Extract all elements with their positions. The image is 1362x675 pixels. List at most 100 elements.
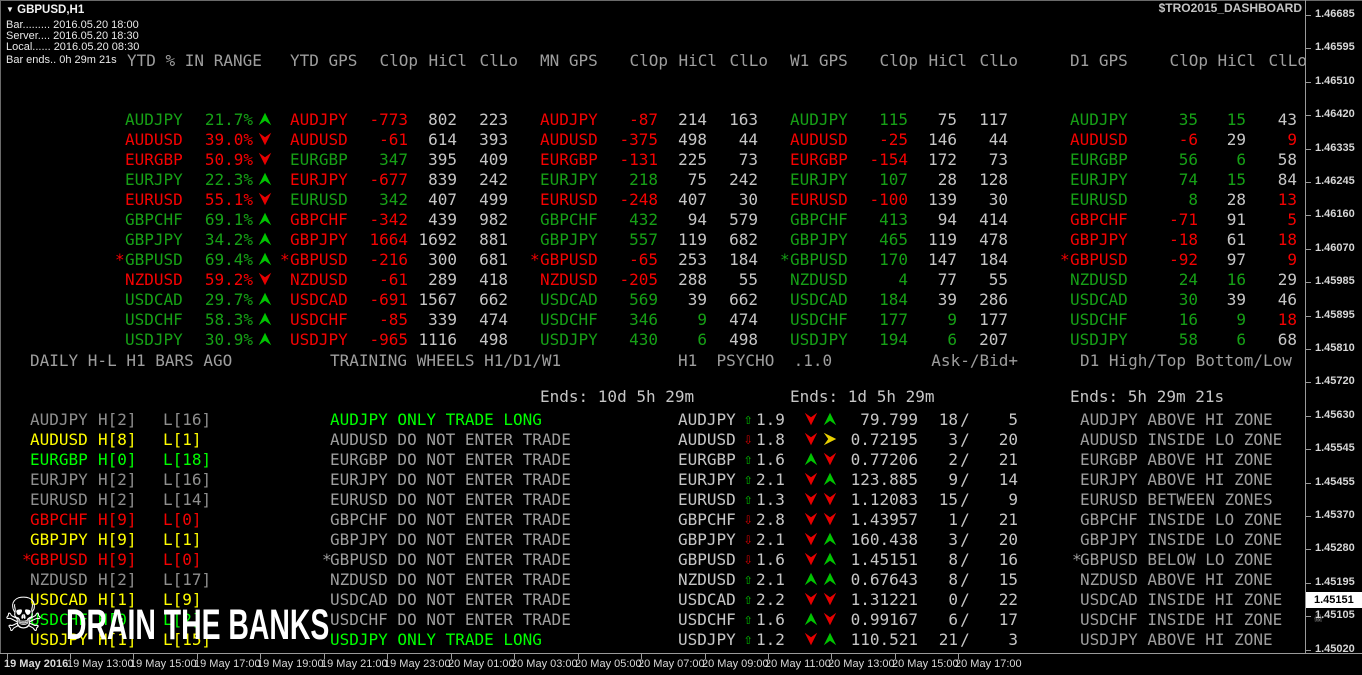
training-row-EURJPY: EURJPY DO NOT ENTER TRADE bbox=[322, 469, 571, 489]
cllo-value: 9 bbox=[1287, 129, 1297, 149]
pair-label: EURJPY bbox=[678, 469, 736, 489]
down-arrow-icon bbox=[823, 612, 837, 626]
clop-value: 430 bbox=[629, 329, 658, 349]
daily-row-AUDJPY: AUDJPY H[2] L[16] bbox=[22, 409, 233, 429]
ask-count: 8 bbox=[948, 569, 958, 589]
pair-label: EURUSD bbox=[1070, 189, 1128, 209]
pct-in-range-value: 50.9% bbox=[204, 149, 253, 169]
hicl-value: 29 bbox=[1226, 129, 1246, 149]
time-label: 20 May 17:00 bbox=[955, 658, 1022, 670]
zone-row-USDCAD: USDCAD INSIDE HI ZONE bbox=[1072, 589, 1292, 609]
time-label: 19 May 21:00 bbox=[321, 658, 388, 670]
section-header: D1 GPS ClOp HiCl ClLo bbox=[1060, 51, 1307, 71]
training-row-AUDUSD: AUDUSD DO NOT ENTER TRADE bbox=[322, 429, 571, 449]
pair-label: USDJPY bbox=[678, 629, 736, 649]
range-row-GBPUSD: * GBPUSD 69.4% bbox=[115, 249, 277, 269]
arrow-cell bbox=[253, 171, 277, 187]
clop-value: 170 bbox=[879, 249, 908, 269]
w1-gps-row-GBPCHF: GBPCHF 413 94 414 bbox=[780, 209, 1018, 229]
up-arrow-icon bbox=[258, 212, 272, 226]
training-row-EURUSD: EURUSD DO NOT ENTER TRADE bbox=[322, 489, 571, 509]
hicl-value: 253 bbox=[678, 249, 707, 269]
high-bars-ago: H[0] bbox=[98, 449, 137, 469]
range-row-GBPCHF: GBPCHF 69.1% bbox=[115, 209, 277, 229]
hicl-value: 39 bbox=[687, 289, 707, 309]
daily-row-NZDUSD: NZDUSD H[2] L[17] bbox=[22, 569, 233, 589]
pct-in-range-value: 59.2% bbox=[204, 269, 253, 289]
hicl-value: 172 bbox=[928, 149, 957, 169]
drain-the-banks-slogan: DRAIN THE BANKS bbox=[66, 601, 330, 649]
section-d1-zones: D1 High/Top Bottom/Low AUDJPY ABOVE HI Z… bbox=[1072, 313, 1292, 675]
ytd-gps-row-EURJPY: EURJPY -677 839 242 bbox=[280, 169, 518, 189]
d1-gps-row-NZDUSD: NZDUSD 24 16 29 bbox=[1060, 269, 1307, 289]
section-title: D1 High/Top Bottom/Low bbox=[1080, 351, 1292, 370]
pair-label: EURUSD bbox=[290, 189, 348, 209]
low-bars-ago: L[1] bbox=[163, 429, 202, 449]
time-axis[interactable]: 19 May 2016 19 May 13:00 19 May 15:00 19 Ma… bbox=[0, 654, 1362, 675]
price-label: 1.45720 bbox=[1315, 375, 1355, 387]
ask-count: 18 bbox=[938, 409, 958, 429]
pair-label: EURUSD bbox=[125, 189, 183, 209]
clop-value: -677 bbox=[369, 169, 408, 189]
arrow-cell bbox=[802, 551, 820, 567]
time-label: 19 May 23:00 bbox=[384, 658, 451, 670]
hicl-value: 119 bbox=[928, 229, 957, 249]
mn-gps-row-EURUSD: EURUSD -248 407 30 bbox=[530, 189, 768, 209]
down-arrow-icon bbox=[258, 272, 272, 286]
arrow-cell bbox=[820, 511, 840, 527]
arrow-cell bbox=[802, 611, 820, 627]
w1-gps-row-EURJPY: EURJPY 107 28 128 bbox=[780, 169, 1018, 189]
daily-row-EURJPY: EURJPY H[2] L[16] bbox=[22, 469, 233, 489]
range-row-AUDJPY: AUDJPY 21.7% bbox=[115, 109, 277, 129]
hicl-value: 439 bbox=[428, 209, 457, 229]
time-label: 20 May 09:00 bbox=[702, 658, 769, 670]
pair-label: AUDJPY bbox=[30, 409, 88, 429]
w1-gps-row-EURUSD: EURUSD -100 139 30 bbox=[780, 189, 1018, 209]
low-bars-ago: L[0] bbox=[163, 509, 202, 529]
down-arrow-icon bbox=[823, 452, 837, 466]
cllo-value: 579 bbox=[729, 209, 758, 229]
arrow-cell bbox=[820, 571, 840, 587]
pair-label: GBPUSD bbox=[678, 549, 736, 569]
pair-label: GBPUSD bbox=[1070, 249, 1128, 269]
arrow-cell bbox=[802, 571, 820, 587]
w1-gps-row-EURGBP: EURGBP -154 172 73 bbox=[780, 149, 1018, 169]
cllo-value: 662 bbox=[729, 289, 758, 309]
up-block-arrow-icon: ⇧ bbox=[743, 610, 753, 628]
chart-symbol-label: ▼ GBPUSD,H1 bbox=[6, 4, 84, 16]
arrow-cell bbox=[820, 531, 840, 547]
clop-value: 1664 bbox=[369, 229, 408, 249]
ask-count: 15 bbox=[938, 489, 958, 509]
ask-count: 8 bbox=[948, 549, 958, 569]
psycho-value: 2.2 bbox=[756, 589, 785, 609]
price-value: 0.67643 bbox=[850, 569, 918, 589]
cllo-value: 223 bbox=[479, 109, 508, 129]
training-row-USDCAD: USDCAD DO NOT ENTER TRADE bbox=[322, 589, 571, 609]
ask-count: 9 bbox=[948, 469, 958, 489]
up-block-arrow-icon: ⇧ bbox=[743, 470, 753, 488]
zone-status: NZDUSD ABOVE HI ZONE bbox=[1080, 569, 1273, 589]
pair-label: EURUSD bbox=[540, 189, 598, 209]
symbol-period-label: GBPUSD,H1 bbox=[17, 4, 85, 16]
arrow-cell bbox=[253, 311, 277, 327]
ytd-gps-row-AUDUSD: AUDUSD -61 614 393 bbox=[280, 129, 518, 149]
pair-label: GBPJPY bbox=[290, 229, 348, 249]
cllo-value: 184 bbox=[979, 249, 1008, 269]
col-hicl: HiCl bbox=[678, 51, 717, 70]
cllo-value: 242 bbox=[479, 169, 508, 189]
price-tick bbox=[1306, 349, 1311, 350]
section-header: W1 GPS ClOp HiCl ClLo bbox=[780, 51, 1018, 71]
pair-label: GBPCHF bbox=[678, 509, 736, 529]
clop-value: 115 bbox=[879, 109, 908, 129]
down-block-arrow-icon: ⇩ bbox=[743, 530, 753, 548]
price-value: 0.72195 bbox=[850, 429, 918, 449]
w1-gps-row-GBPUSD: * GBPUSD 170 147 184 bbox=[780, 249, 1018, 269]
price-label: 1.46510 bbox=[1315, 75, 1355, 87]
price-axis[interactable]: 1.45151 1.46685 1.46595 1.46510 1.46420 1.46… bbox=[1306, 0, 1362, 655]
zone-status: GBPUSD BELOW LO ZONE bbox=[1080, 549, 1273, 569]
clop-value: 342 bbox=[379, 189, 408, 209]
cllo-value: 409 bbox=[479, 149, 508, 169]
high-bars-ago: H[2] bbox=[98, 569, 137, 589]
collapse-triangle-icon[interactable]: ▼ bbox=[6, 5, 14, 14]
clop-value: 107 bbox=[879, 169, 908, 189]
